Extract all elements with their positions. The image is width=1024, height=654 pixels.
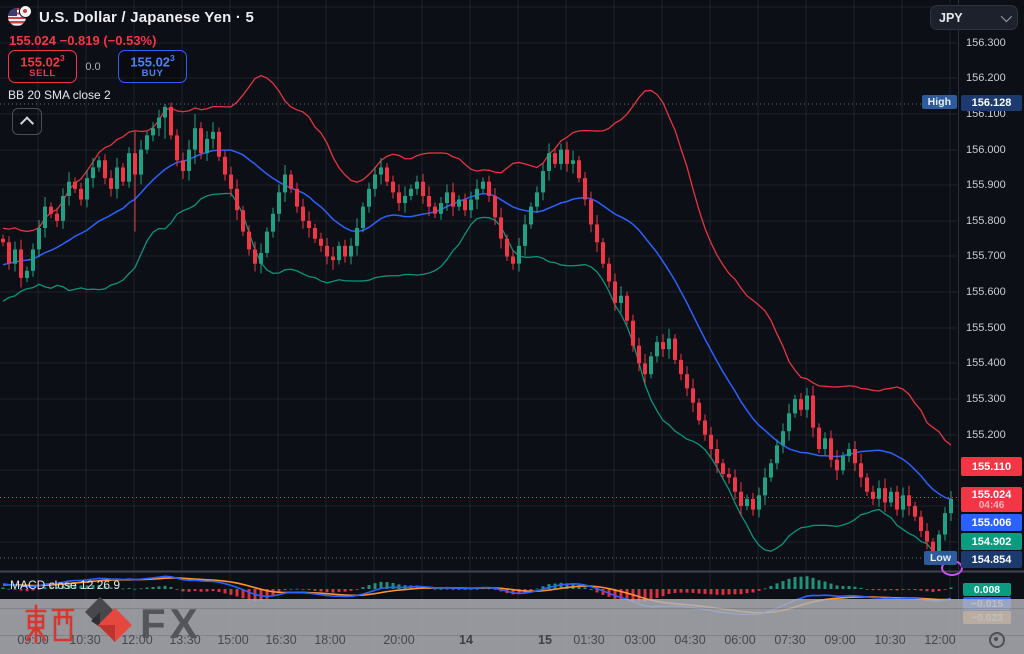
time-axis-label: 07:30 — [774, 633, 805, 647]
low-badge-chip: Low — [924, 551, 957, 565]
trade-buttons-row: 155.023 SELL 0.0 155.023 BUY — [8, 50, 187, 83]
macd-indicator-legend[interactable]: MACD close 12 26 9 — [10, 578, 120, 592]
symbol-title[interactable]: U.S. Dollar / Japanese Yen · 5 — [39, 9, 254, 26]
bb-upper-badge: 155.110 — [961, 457, 1022, 476]
chevron-down-icon — [1001, 10, 1012, 21]
watermark-diamond-icon — [78, 595, 138, 653]
watermark-logo: FX — [24, 595, 202, 653]
watermark-fx-text: FX — [140, 600, 202, 648]
bb-mid-badge: 155.006 — [961, 514, 1022, 531]
trading-chart-window: 156.300156.200156.100156.000155.900155.8… — [0, 0, 1024, 654]
time-axis-label: 20:00 — [383, 633, 414, 647]
time-axis-strip[interactable]: 09:0010:3012:0013:3015:0016:3018:0020:00… — [0, 599, 1024, 654]
last-price-badge: 155.02404:46 — [961, 487, 1022, 512]
watermark-cjk — [24, 602, 76, 646]
last-price-change: 155.024 −0.819 (−0.53%) — [9, 33, 156, 48]
axis-badge-layer: High 156.128 155.110 155.02404:46 155.006 154… — [0, 0, 1024, 654]
symbol-title-row[interactable]: U.S. Dollar / Japanese Yen · 5 — [8, 7, 254, 27]
time-axis-label: 03:00 — [624, 633, 655, 647]
macd-hist-badge: 0.008 — [963, 583, 1011, 596]
time-axis-label: 09:00 — [824, 633, 855, 647]
time-axis-label: 01:30 — [573, 633, 604, 647]
high-badge: 156.128 — [961, 95, 1022, 111]
collapse-panel-button[interactable] — [12, 108, 42, 135]
time-axis-label: 14 — [459, 633, 473, 647]
sell-button[interactable]: 155.023 SELL — [8, 50, 77, 83]
time-axis-label: 15 — [538, 633, 552, 647]
time-axis-label: 16:30 — [265, 633, 296, 647]
time-axis-label: 15:00 — [217, 633, 248, 647]
low-badge: 154.854 — [961, 551, 1022, 568]
currency-selector-value: JPY — [939, 11, 963, 25]
high-badge-chip: High — [922, 95, 957, 109]
spread-value: 0.0 — [77, 61, 109, 73]
bb-lower-badge: 154.902 — [961, 533, 1022, 550]
chevron-up-icon — [20, 116, 34, 130]
time-axis-label: 10:30 — [874, 633, 905, 647]
bb-indicator-legend[interactable]: BB 20 SMA close 2 — [8, 88, 111, 102]
time-axis-label: 06:00 — [724, 633, 755, 647]
currency-selector[interactable]: JPY — [930, 5, 1018, 30]
time-axis-label: 04:30 — [674, 633, 705, 647]
axis-settings-icon[interactable] — [989, 632, 1005, 648]
time-axis-label: 12:00 — [924, 633, 955, 647]
buy-button[interactable]: 155.023 BUY — [118, 50, 187, 83]
time-axis-label: 18:00 — [314, 633, 345, 647]
usdjpy-flag-icon — [8, 7, 32, 27]
